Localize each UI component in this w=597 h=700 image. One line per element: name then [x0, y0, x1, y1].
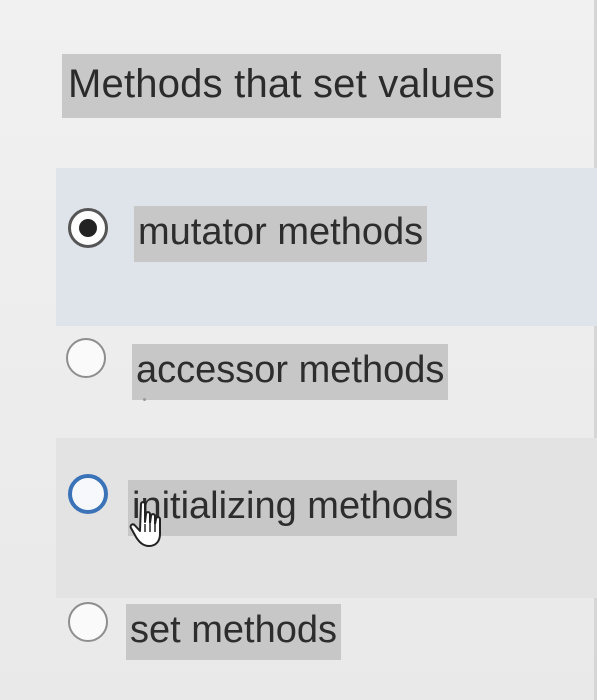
- answer-option-accessor[interactable]: accessor methods: [56, 326, 597, 438]
- hand-pointer-icon: [129, 501, 161, 547]
- radio-button[interactable]: [66, 338, 106, 378]
- answer-option-set[interactable]: set methods: [56, 598, 597, 700]
- answer-option-mutator[interactable]: mutator methods: [56, 168, 597, 326]
- answer-option-label[interactable]: set methods: [126, 604, 341, 660]
- radio-button-focused[interactable]: [68, 474, 108, 514]
- radio-selected-dot-icon: [79, 219, 97, 237]
- answer-option-label[interactable]: mutator methods: [134, 206, 428, 262]
- answer-option-label[interactable]: initializing methods: [128, 480, 458, 536]
- screen-speck: [143, 398, 146, 401]
- answer-option-label[interactable]: accessor methods: [132, 344, 449, 400]
- question-text: Methods that set values: [62, 54, 502, 118]
- radio-button-selected[interactable]: [68, 208, 108, 248]
- radio-button[interactable]: [68, 602, 108, 642]
- quiz-page: Methods that set values mutator methods …: [0, 0, 597, 700]
